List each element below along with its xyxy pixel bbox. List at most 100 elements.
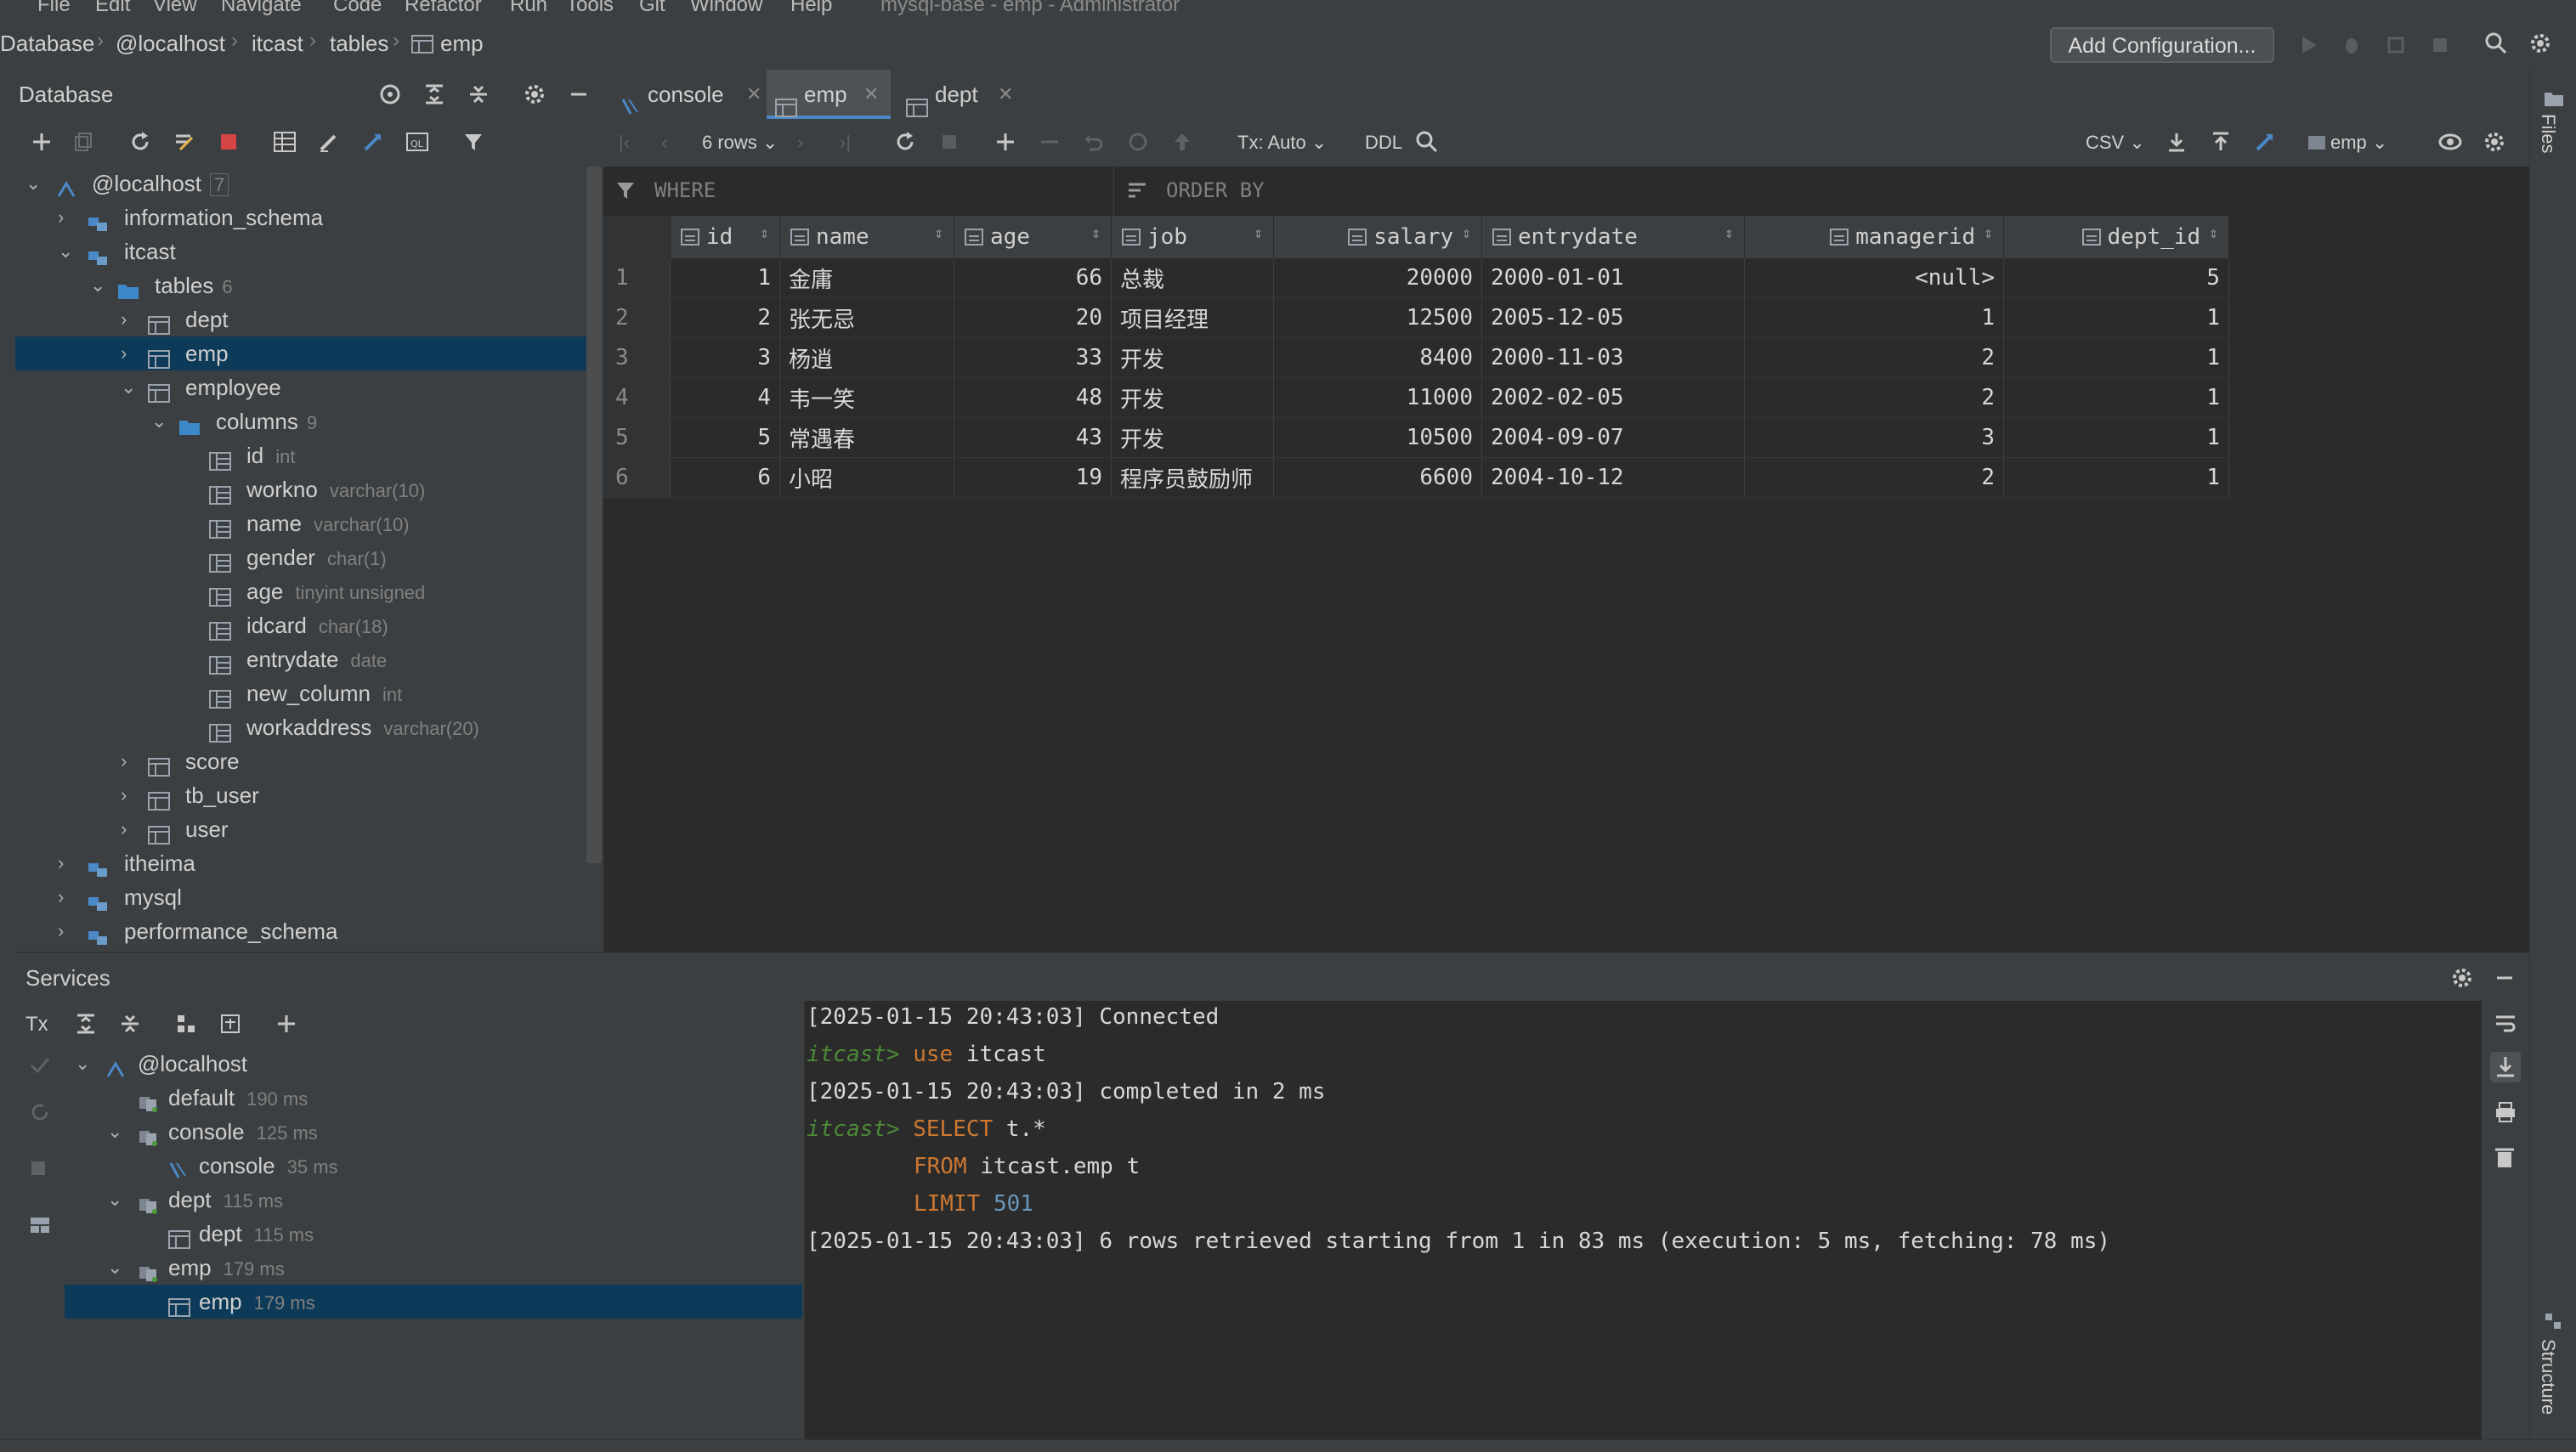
filter-icon[interactable] [459, 127, 488, 156]
sort-icon[interactable]: ⇕ [1984, 224, 1993, 242]
cell-entrydate[interactable]: 2002-02-05 [1481, 377, 1745, 418]
cell-job[interactable]: 开发 [1111, 337, 1274, 378]
chevron-down-icon[interactable]: ⌄ [58, 234, 73, 268]
hide-panel-icon[interactable] [2490, 963, 2519, 992]
chevron-right-icon[interactable]: › [58, 914, 64, 948]
download-icon[interactable] [2162, 127, 2191, 156]
edit-icon[interactable] [314, 127, 343, 156]
tree-node-emp[interactable]: › emp [15, 336, 602, 370]
tree-node-information-schema[interactable]: › information_schema [15, 201, 602, 234]
cell-salary[interactable]: 12500 [1273, 297, 1482, 338]
ddl-button[interactable]: DDL [1365, 127, 1402, 158]
breadcrumb-tables[interactable]: tables [330, 31, 388, 57]
close-icon[interactable]: ✕ [863, 70, 879, 119]
cell-job[interactable]: 总裁 [1111, 258, 1274, 298]
cell-age[interactable]: 48 [954, 377, 1112, 418]
cell-dept-id[interactable]: 1 [2003, 297, 2229, 338]
add-configuration-button[interactable]: Add Configuration... [2050, 27, 2274, 63]
clear-all-icon[interactable] [2494, 1145, 2516, 1175]
cell-age[interactable]: 66 [954, 258, 1112, 298]
order-by-input[interactable]: ORDER BY [1115, 167, 2529, 216]
service-node-localhost[interactable]: ⌄ @localhost [65, 1047, 802, 1081]
revert-all-icon[interactable] [1124, 127, 1152, 156]
query-console-icon[interactable]: QL [403, 127, 432, 156]
tab-dept[interactable]: dept ✕ [897, 70, 1025, 119]
column-header-dept-id[interactable]: dept_id ⇕ [2003, 216, 2229, 258]
tree-node-column[interactable]: entrydate date [15, 642, 602, 676]
refresh-icon[interactable] [126, 127, 155, 156]
submit-icon[interactable] [1168, 127, 1197, 156]
disconnect-icon[interactable] [214, 127, 243, 156]
services-settings-icon[interactable] [2448, 963, 2477, 992]
chevron-down-icon[interactable]: ⌄ [25, 167, 41, 201]
service-node-console-query[interactable]: console 35 ms [65, 1149, 802, 1183]
menu-run[interactable]: Run [510, 0, 547, 17]
cell-salary[interactable]: 11000 [1273, 377, 1482, 418]
breadcrumb-database[interactable]: Database [0, 31, 94, 57]
cell-salary[interactable]: 8400 [1273, 337, 1482, 378]
layout-icon[interactable] [29, 1215, 51, 1241]
compare-icon[interactable] [2250, 127, 2279, 156]
close-icon[interactable]: ✕ [746, 70, 761, 119]
revert-icon[interactable] [1079, 127, 1108, 156]
stop-icon[interactable] [2426, 31, 2454, 59]
files-folder-icon[interactable] [2544, 87, 2564, 113]
cell-age[interactable]: 20 [954, 297, 1112, 338]
tree-node-column[interactable]: id int [15, 438, 602, 472]
sort-icon[interactable]: ⇕ [2209, 224, 2218, 242]
debug-icon[interactable] [2337, 31, 2366, 59]
table-view-icon[interactable] [270, 127, 299, 156]
table-row[interactable]: 6 6 小昭 19 程序员鼓励师 6600 2004-10-12 2 1 [603, 457, 2229, 498]
tree-node-columns[interactable]: ⌄ columns 9 [15, 404, 602, 438]
chevron-right-icon[interactable]: › [121, 778, 127, 812]
tree-node-column[interactable]: workaddress varchar(20) [15, 710, 602, 744]
tree-node-dept[interactable]: › dept [15, 302, 602, 336]
cell-name[interactable]: 小昭 [779, 457, 954, 498]
cell-job[interactable]: 开发 [1111, 417, 1274, 458]
cell-name[interactable]: 韦一笑 [779, 377, 954, 418]
tree-node-tables[interactable]: ⌄ tables 6 [15, 268, 602, 302]
tree-node-score[interactable]: › score [15, 744, 602, 778]
cell-managerid[interactable]: 2 [1744, 337, 2004, 378]
column-header-managerid[interactable]: managerid ⇕ [1744, 216, 2004, 258]
first-page-icon[interactable]: |‹ [619, 127, 630, 158]
menu-help[interactable]: Help [790, 0, 832, 17]
files-side-tab[interactable]: Files [2537, 114, 2559, 153]
chevron-down-icon[interactable]: ⌄ [90, 268, 105, 302]
cell-managerid[interactable]: 2 [1744, 457, 2004, 498]
tree-scrollbar[interactable] [586, 167, 602, 863]
coverage-icon[interactable] [2381, 31, 2410, 59]
menu-navigate[interactable]: Navigate [221, 0, 302, 17]
copy-icon[interactable] [70, 127, 99, 156]
chevron-down-icon[interactable]: ⌄ [107, 1115, 122, 1149]
tab-emp[interactable]: emp ✕ [767, 70, 891, 119]
tree-node-tb-user[interactable]: › tb_user [15, 778, 602, 812]
cell-salary[interactable]: 10500 [1273, 417, 1482, 458]
add-row-icon[interactable] [991, 127, 1020, 156]
tree-node-itcast[interactable]: ⌄ itcast [15, 234, 602, 268]
cell-id[interactable]: 3 [670, 337, 780, 378]
sort-icon[interactable]: ⇕ [1254, 224, 1263, 242]
service-node-default[interactable]: default 190 ms [65, 1081, 802, 1115]
soft-wrap-icon[interactable] [2494, 1013, 2517, 1041]
transaction-icon[interactable]: Tx [25, 1013, 48, 1037]
cell-managerid[interactable]: 3 [1744, 417, 2004, 458]
menu-tools[interactable]: Tools [566, 0, 614, 17]
service-node-emp-table[interactable]: emp 179 ms [65, 1285, 802, 1319]
print-icon[interactable] [2494, 1101, 2517, 1129]
sort-icon[interactable]: ⇕ [1091, 224, 1101, 242]
cell-id[interactable]: 4 [670, 377, 780, 418]
cell-managerid[interactable]: 1 [1744, 297, 2004, 338]
cell-name[interactable]: 张无忌 [779, 297, 954, 338]
view-icon[interactable] [2436, 127, 2465, 156]
tree-node-user[interactable]: › user [15, 812, 602, 846]
chevron-right-icon[interactable]: › [121, 336, 127, 370]
chevron-right-icon[interactable]: › [121, 812, 127, 846]
upload-icon[interactable] [2206, 127, 2235, 156]
cell-dept-id[interactable]: 1 [2003, 457, 2229, 498]
locate-icon[interactable] [376, 80, 405, 109]
add-icon[interactable] [27, 127, 56, 156]
table-select[interactable]: emp ⌄ [2308, 127, 2387, 158]
cell-id[interactable]: 2 [670, 297, 780, 338]
cell-name[interactable]: 金庸 [779, 258, 954, 298]
